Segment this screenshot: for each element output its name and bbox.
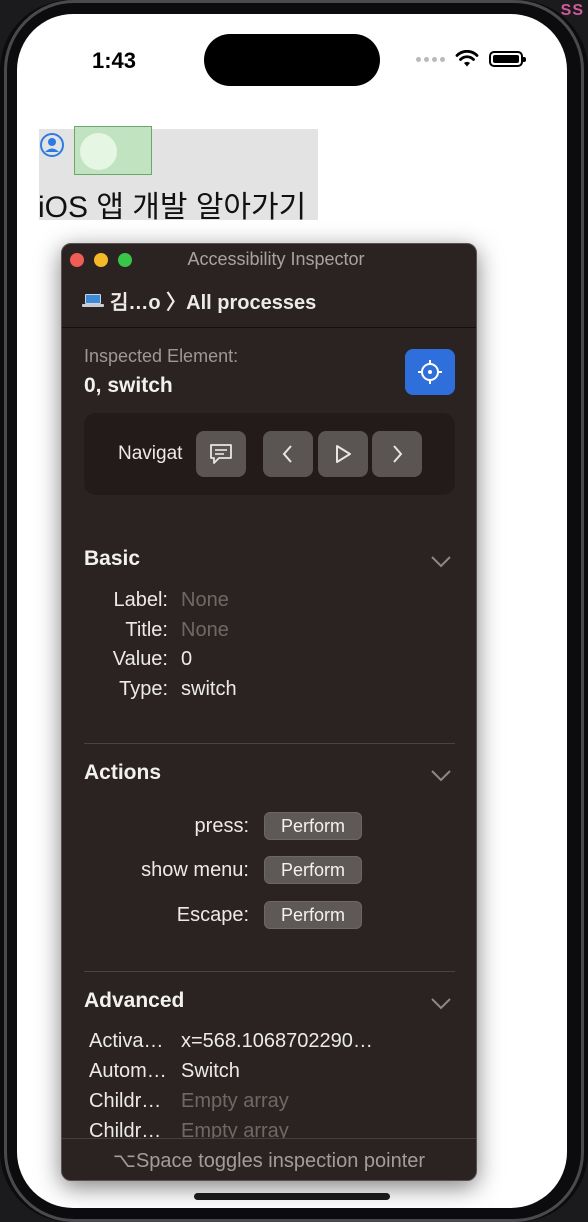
process-selector[interactable]: 김…o 〉All processes (62, 274, 476, 328)
perform-press-button[interactable]: Perform (264, 812, 362, 840)
advanced-value-activation: x=568.1068702290… (181, 1030, 373, 1052)
basic-value-label: None (181, 589, 229, 611)
next-element-button[interactable] (372, 431, 422, 477)
laptop-icon (82, 293, 104, 308)
basic-value-title: None (181, 619, 229, 641)
navigation-label: Navigat (118, 443, 183, 464)
dynamic-island (204, 34, 380, 86)
chevron-left-icon (282, 445, 292, 463)
advanced-key-activation: Activa… (89, 1030, 164, 1052)
chevron-right-icon (393, 445, 403, 463)
home-indicator[interactable] (194, 1193, 390, 1200)
play-icon (336, 445, 351, 463)
app-title: iOS 앱 개발 알아가기 (38, 191, 307, 224)
person-circle-icon[interactable] (39, 132, 65, 158)
advanced-value-automation: Switch (181, 1060, 240, 1082)
advanced-value-children: Empty array (181, 1090, 289, 1112)
advanced-section-title: Advanced (84, 989, 185, 1012)
speech-bubble-button[interactable] (196, 431, 246, 477)
accessibility-inspector-window: Accessibility Inspector 김…o 〉All process… (61, 243, 477, 1181)
inspected-element-label: Inspected Element: (84, 346, 239, 366)
advanced-key-children: Childr… (89, 1090, 162, 1112)
action-show-menu-label: show menu: (141, 859, 249, 881)
action-escape-label: Escape: (176, 904, 249, 926)
basic-key-title: Title: (125, 619, 168, 641)
inspected-element-value: 0, switch (84, 374, 173, 397)
chevron-down-icon[interactable] (430, 997, 452, 1011)
phone-screen: 1:43 iOS 앱 개발 알아가기 Accessibility Inspect… (17, 14, 567, 1208)
switch-knob (80, 133, 117, 170)
advanced-key-automation: Autom… (89, 1060, 167, 1082)
basic-key-value: Value: (112, 648, 168, 670)
basic-value-value: 0 (181, 648, 193, 670)
basic-value-type: switch (181, 678, 237, 700)
perform-escape-button[interactable]: Perform (264, 901, 362, 929)
window-titlebar[interactable]: Accessibility Inspector (62, 244, 476, 274)
status-time: 1:43 (92, 48, 137, 73)
crosshair-icon (418, 360, 442, 384)
basic-key-type: Type: (119, 678, 168, 700)
basic-key-label: Label: (113, 589, 169, 611)
play-button[interactable] (318, 431, 368, 477)
battery-icon (489, 51, 526, 67)
wifi-icon (455, 50, 479, 67)
section-divider (84, 971, 455, 972)
window-title: Accessibility Inspector (187, 249, 365, 269)
action-press-label: press: (194, 815, 249, 837)
navigation-panel: Navigat (84, 413, 455, 495)
previous-element-button[interactable] (263, 431, 313, 477)
chevron-down-icon[interactable] (430, 769, 452, 783)
perform-show-menu-button[interactable]: Perform (264, 856, 362, 884)
actions-section-title: Actions (84, 761, 162, 784)
section-divider (84, 743, 455, 744)
corner-label: SS (560, 2, 584, 19)
chevron-down-icon[interactable] (430, 555, 452, 569)
inspector-footer-hint: ⌥Space toggles inspection pointer (62, 1138, 476, 1180)
process-selector-label: 김…o 〉All processes (110, 292, 317, 314)
status-indicators (416, 50, 526, 68)
speech-bubble-icon (210, 444, 232, 464)
inspection-pointer-button[interactable] (405, 349, 455, 395)
toggle-switch[interactable] (74, 126, 152, 175)
cellular-signal-icon (416, 56, 445, 62)
basic-section-title: Basic (84, 547, 141, 570)
